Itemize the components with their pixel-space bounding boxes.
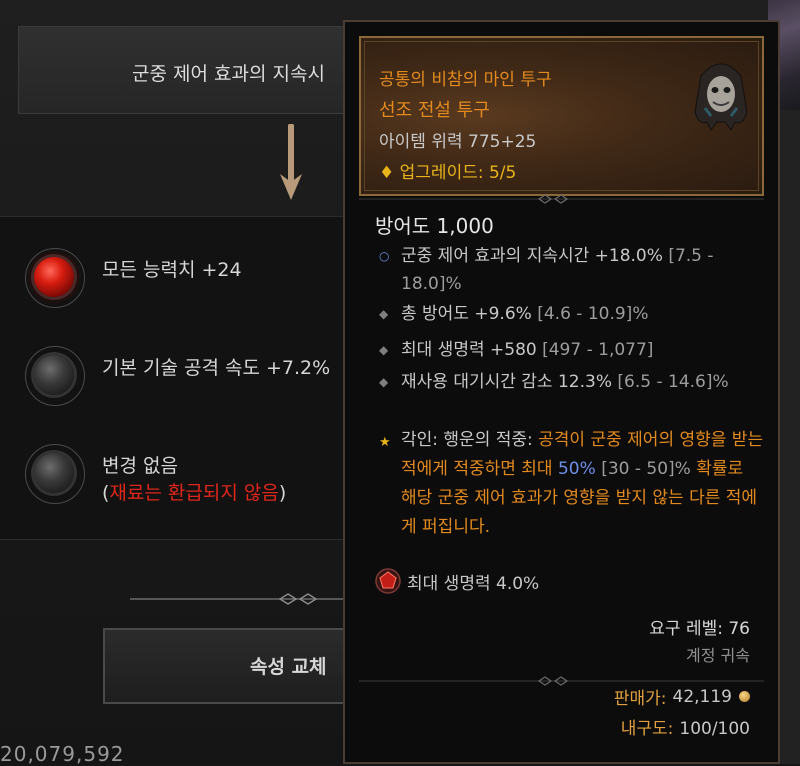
options-list: 모든 능력치 +24 기본 기술 공격 속도 +7.2% 변경 없음 (재료는 … bbox=[0, 216, 345, 540]
star-icon: ★ bbox=[379, 435, 391, 450]
option-no-change[interactable]: 변경 없음 (재료는 환급되지 않음) bbox=[25, 444, 287, 507]
sell-price: 판매가: 42,119 bbox=[614, 684, 750, 709]
account-bound: 계정 귀속 bbox=[686, 646, 750, 665]
socketed-gem-stat: 최대 생명력 4.0% bbox=[375, 568, 539, 594]
durability: 내구도: 100/100 bbox=[620, 719, 750, 739]
option-all-stats[interactable]: 모든 능력치 +24 bbox=[25, 248, 242, 308]
armor-value: 방어도 1,000 bbox=[375, 214, 494, 238]
dark-gem-icon bbox=[25, 444, 85, 504]
option-label: 모든 능력치 +24 bbox=[102, 259, 242, 281]
selected-attribute-banner: 군중 제어 효과의 지속시 bbox=[18, 26, 349, 114]
item-type: 선조 전설 투구 bbox=[379, 100, 490, 121]
ruby-gem-icon bbox=[375, 568, 401, 594]
swap-attribute-label: 속성 교체 bbox=[250, 656, 327, 678]
option-label: 기본 기술 공격 속도 +7.2% bbox=[102, 357, 331, 379]
helm-icon bbox=[694, 63, 748, 131]
gold-coin-icon bbox=[739, 691, 750, 702]
diamond-bullet-icon: ◆ bbox=[379, 343, 389, 357]
item-tooltip: 공통의 비참의 마인 투구 선조 전설 투구 아이템 위력 775+25 ♦ 업… bbox=[343, 20, 780, 764]
item-power: 아이템 위력 775+25 bbox=[379, 132, 537, 152]
down-arrow-icon bbox=[280, 124, 302, 200]
circle-bullet-icon: ○ bbox=[379, 249, 390, 263]
diamond-bullet-icon: ◆ bbox=[379, 307, 389, 321]
option-attack-speed[interactable]: 기본 기술 공격 속도 +7.2% bbox=[25, 346, 331, 406]
dark-gem-icon bbox=[25, 346, 85, 406]
legendary-aspect: ★ 각인: 행운의 적중: 공격이 군중 제어의 영향을 받는 적에게 적중하면… bbox=[379, 430, 764, 537]
stat-line: ◆ 재사용 대기시간 감소 12.3% [6.5 - 14.6]% bbox=[379, 368, 749, 396]
stat-line: ○ 군중 제어 효과의 지속시간 +18.0% [7.5 - 18.0]% bbox=[379, 242, 749, 298]
selected-attribute-label: 군중 제어 효과의 지속시 bbox=[132, 63, 325, 85]
ornament-divider bbox=[130, 593, 345, 605]
refund-warning: (재료는 환급되지 않음) bbox=[102, 482, 287, 504]
required-level: 요구 레벨: 76 bbox=[649, 619, 750, 639]
tooltip-header: 공통의 비참의 마인 투구 선조 전설 투구 아이템 위력 775+25 ♦ 업… bbox=[359, 36, 764, 196]
red-gem-icon bbox=[25, 248, 85, 308]
item-upgrade: ♦ 업그레이드: 5/5 bbox=[379, 163, 517, 183]
stat-line: ◆ 총 방어도 +9.6% [4.6 - 10.9]% bbox=[379, 300, 749, 328]
stat-line: ◆ 최대 생명력 +580 [497 - 1,077] bbox=[379, 336, 749, 364]
diamond-bullet-icon: ◆ bbox=[379, 375, 389, 389]
section-divider bbox=[359, 194, 764, 204]
option-label: 변경 없음 bbox=[102, 455, 178, 477]
swap-attribute-button[interactable]: 속성 교체 bbox=[103, 628, 348, 704]
item-name: 공통의 비참의 마인 투구 bbox=[379, 70, 552, 90]
gold-amount: 20,079,592 bbox=[0, 742, 125, 766]
